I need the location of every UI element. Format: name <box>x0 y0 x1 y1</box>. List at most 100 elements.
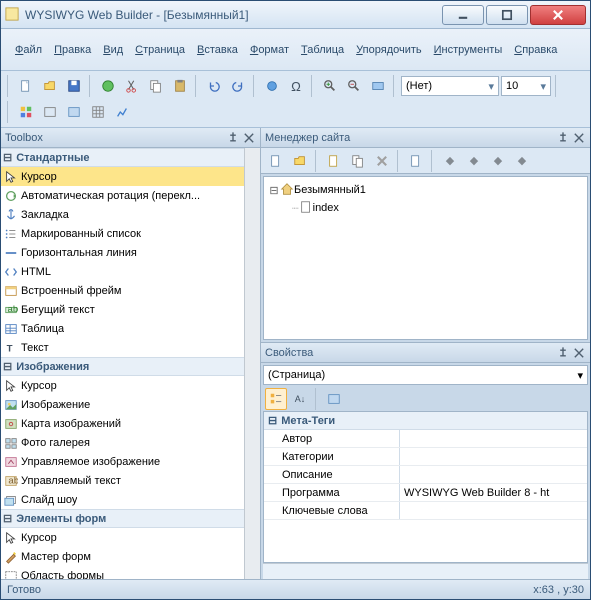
prop-value[interactable] <box>400 502 587 519</box>
tool-3[interactable] <box>63 101 85 123</box>
properties-grid[interactable]: ⊟Мета-Теги АвторКатегорииОписаниеПрограм… <box>263 411 588 563</box>
menu-формат[interactable]: Формат <box>244 41 295 59</box>
toolbox-item[interactable]: Карта изображений <box>1 414 244 433</box>
minimize-button[interactable] <box>442 5 484 25</box>
props-button[interactable] <box>405 150 427 172</box>
copy-button[interactable] <box>145 75 167 97</box>
property-row[interactable]: Ключевые слова <box>264 502 587 520</box>
open-button[interactable] <box>39 75 61 97</box>
folder-button[interactable] <box>289 150 311 172</box>
toolbox-item[interactable]: Изображение <box>1 395 244 414</box>
paste-button[interactable] <box>169 75 191 97</box>
toolbox-item[interactable]: Область формы <box>1 566 244 579</box>
categorized-button[interactable] <box>265 388 287 410</box>
item-label: Текст <box>21 342 49 354</box>
save-button[interactable] <box>63 75 85 97</box>
tool-1[interactable] <box>15 101 37 123</box>
close-icon[interactable] <box>572 131 586 145</box>
size-combo[interactable]: 10▾ <box>501 76 551 96</box>
zoom-in-button[interactable] <box>319 75 341 97</box>
close-button[interactable] <box>530 5 586 25</box>
toolbox-item[interactable]: Курсор <box>1 167 244 186</box>
scrollbar[interactable] <box>244 148 260 579</box>
style-combo[interactable]: (Нет)▾ <box>401 76 499 96</box>
menu-справка[interactable]: Справка <box>508 41 563 59</box>
property-row[interactable]: Описание <box>264 466 587 484</box>
toolbox-item[interactable]: Горизонтальная линия <box>1 243 244 262</box>
delete-button[interactable] <box>371 150 393 172</box>
up-button[interactable]: ◆ <box>463 150 485 172</box>
anchor-icon <box>3 207 19 223</box>
maximize-button[interactable] <box>486 5 528 25</box>
next-button[interactable]: ◆ <box>511 150 533 172</box>
alphabetical-button[interactable]: A↓ <box>289 388 311 410</box>
tool-4[interactable] <box>87 101 109 123</box>
menu-правка[interactable]: Правка <box>48 41 97 59</box>
page-props-button[interactable] <box>323 388 345 410</box>
close-icon[interactable] <box>572 346 586 360</box>
redo-button[interactable] <box>227 75 249 97</box>
app-window: WYSIWYG Web Builder - [Безымянный1] Файл… <box>0 0 591 600</box>
page-button[interactable] <box>97 75 119 97</box>
prop-value[interactable]: WYSIWYG Web Builder 8 - ht <box>400 484 587 501</box>
toolbox-item[interactable]: Управляемое изображение <box>1 452 244 471</box>
pin-icon[interactable] <box>556 346 570 360</box>
menu-вставка[interactable]: Вставка <box>191 41 244 59</box>
toolbox-item[interactable]: Фото галерея <box>1 433 244 452</box>
toolbox-item[interactable]: Автоматическая ротация (перекл... <box>1 186 244 205</box>
prop-value[interactable] <box>400 430 587 447</box>
toolbox-item[interactable]: HTML <box>1 262 244 281</box>
property-row[interactable]: Категории <box>264 448 587 466</box>
pin-icon[interactable] <box>556 131 570 145</box>
down-button[interactable]: ◆ <box>487 150 509 172</box>
toolbox-item[interactable]: Курсор <box>1 376 244 395</box>
menu-таблица[interactable]: Таблица <box>295 41 350 59</box>
cursor-icon <box>3 378 19 394</box>
close-icon[interactable] <box>242 131 256 145</box>
scope-combo[interactable]: (Страница)▾ <box>263 365 588 385</box>
menu-вид[interactable]: Вид <box>97 41 129 59</box>
toolbox-item[interactable]: Маркированный список <box>1 224 244 243</box>
toolbox-item[interactable]: Курсор <box>1 528 244 547</box>
property-row[interactable]: ПрограммаWYSIWYG Web Builder 8 - ht <box>264 484 587 502</box>
symbol-button[interactable]: Ω <box>285 75 307 97</box>
preview-button[interactable] <box>367 75 389 97</box>
toolbox-item[interactable]: Закладка <box>1 205 244 224</box>
toolbox-item[interactable]: abБегущий текст <box>1 300 244 319</box>
property-row[interactable]: Автор <box>264 430 587 448</box>
toolbox-group[interactable]: ⊟Стандартные <box>1 148 244 167</box>
prop-value[interactable] <box>400 448 587 465</box>
toolbox-item[interactable]: Слайд шоу <box>1 490 244 509</box>
undo-button[interactable] <box>203 75 225 97</box>
menu-упорядочить[interactable]: Упорядочить <box>350 41 427 59</box>
prop-value[interactable] <box>400 466 587 483</box>
toolbox-item[interactable]: Мастер форм <box>1 547 244 566</box>
toolbox-group[interactable]: ⊟Элементы форм <box>1 509 244 528</box>
edit-button[interactable] <box>323 150 345 172</box>
toolbox-item[interactable]: abУправляемый текст <box>1 471 244 490</box>
menu-страница[interactable]: Страница <box>129 41 191 59</box>
site-tree[interactable]: ⊟ Безымянный1 ┈ index <box>263 176 588 340</box>
toolbox-tree[interactable]: ⊟Стандартные Курсор Автоматическая ротация… <box>1 148 244 579</box>
ctrl-image-icon <box>3 454 19 470</box>
toolbox-item[interactable]: Таблица <box>1 319 244 338</box>
tool-2[interactable] <box>39 101 61 123</box>
toolbox-group[interactable]: ⊟Изображения <box>1 357 244 376</box>
site-child-node[interactable]: ┈ index <box>268 199 583 217</box>
toolbox-item[interactable]: Встроенный фрейм <box>1 281 244 300</box>
toolbox-item[interactable]: TТекст <box>1 338 244 357</box>
pin-icon[interactable] <box>226 131 240 145</box>
new-button[interactable] <box>15 75 37 97</box>
menu-файл[interactable]: Файл <box>9 41 48 59</box>
menu-инструменты[interactable]: Инструменты <box>428 41 509 59</box>
zoom-out-button[interactable] <box>343 75 365 97</box>
cut-button[interactable] <box>121 75 143 97</box>
item-label: Курсор <box>21 171 57 183</box>
site-root-node[interactable]: ⊟ Безымянный1 <box>268 181 583 199</box>
link-button[interactable] <box>261 75 283 97</box>
new-page-button[interactable] <box>265 150 287 172</box>
prop-group[interactable]: ⊟Мета-Теги <box>264 412 587 430</box>
copy-page-button[interactable] <box>347 150 369 172</box>
tool-5[interactable] <box>111 101 133 123</box>
prev-button[interactable]: ◆ <box>439 150 461 172</box>
